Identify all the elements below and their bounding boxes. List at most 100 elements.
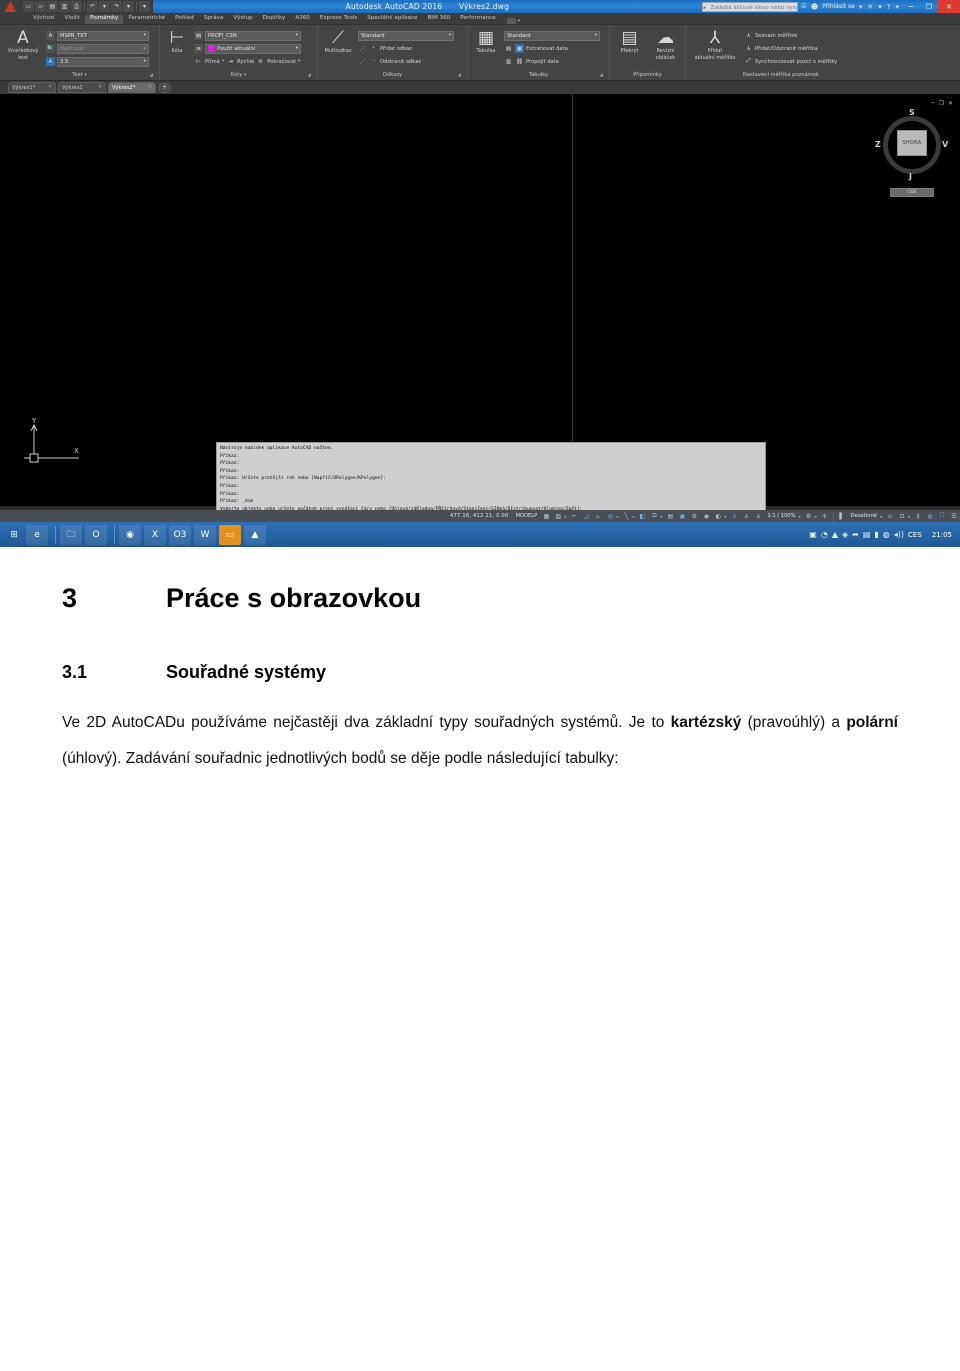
ribbon-display-icon[interactable] <box>506 18 516 24</box>
customization-icon[interactable]: ☰ <box>949 511 959 521</box>
scale-list-row[interactable]: ⅄ Seznam měřítek <box>744 30 837 41</box>
new-drawing-tab-button[interactable]: + <box>158 82 171 93</box>
clean-screen-icon[interactable]: ⊡ <box>897 511 907 521</box>
autodesk-360-icon[interactable]: ✕ <box>866 3 874 11</box>
table-style-combo[interactable]: Standard ▾ <box>504 30 600 41</box>
add-leader-row[interactable]: ⋰ ⁺ Přidat odkaz <box>358 43 454 54</box>
ribbon-tab-parametricke[interactable]: Parametrické <box>123 15 170 24</box>
dimension-button[interactable]: ⊢ Kóta <box>163 29 191 55</box>
dim-layer-icon[interactable]: ≡ <box>194 44 203 53</box>
undo-dropdown-icon[interactable]: ▾ <box>99 1 110 12</box>
annotation-visibility-icon[interactable]: ▤ <box>665 511 675 521</box>
panel-dialog-launcher-icon[interactable]: ◢ <box>150 71 153 80</box>
selection-cycling-icon[interactable]: ⧉ <box>649 511 659 521</box>
close-icon[interactable]: ✕ <box>48 85 52 90</box>
viewport-restore-icon[interactable]: ❐ <box>939 100 944 107</box>
fullscreen-icon[interactable]: ⛶ <box>937 511 947 521</box>
tray-language-indicator[interactable]: CES <box>908 531 922 539</box>
tray-share-icon[interactable]: ➦ <box>852 530 859 539</box>
close-icon[interactable]: ✕ <box>148 85 152 90</box>
transparency-icon[interactable]: ◧ <box>637 511 647 521</box>
snap-dropdown-icon[interactable]: ▾ <box>564 514 566 519</box>
dim-quick-button[interactable]: ⇥ Rychlé <box>226 57 254 66</box>
user-account-icon[interactable]: ☻ <box>810 3 819 11</box>
taskbar-autocad[interactable]: ▲ <box>244 524 266 545</box>
drawing-tab-vykres1-b[interactable]: Výkres1 ✕ <box>58 82 106 93</box>
search-input[interactable]: Zadejte klíčové slovo nebo vynáš… <box>701 1 798 12</box>
ortho-mode-icon[interactable]: ⌐ <box>569 511 579 521</box>
object-snap-icon[interactable]: ⊾ <box>593 511 603 521</box>
close-button[interactable]: ✕ <box>938 0 960 13</box>
ribbon-tab-poznamky[interactable]: Poznámky <box>85 14 124 24</box>
ribbon-minimize-dropdown-icon[interactable]: ▾ <box>518 19 520 24</box>
new-icon[interactable]: ▭ <box>23 1 34 12</box>
annotation-scale-value[interactable]: 1:1 / 100% <box>764 513 798 519</box>
osnap-dropdown-icon[interactable]: ▾ <box>616 514 618 519</box>
save-icon[interactable]: ▤ <box>47 1 58 12</box>
exchange-app-icon[interactable]: ⌸ <box>801 2 807 11</box>
text-height-combo[interactable]: 3.5 ▾ <box>57 56 149 67</box>
viewcube[interactable]: ─ ❐ ✕ SHORA S J Z V GSS <box>869 100 955 200</box>
dim-style-icon[interactable]: ▤ <box>194 31 203 40</box>
find-text-input[interactable]: Najít text ⌕ <box>57 43 149 54</box>
ribbon-tab-vlozit[interactable]: Vložit <box>60 15 86 24</box>
tray-action-center-icon[interactable]: ◔ <box>821 530 828 539</box>
open-icon[interactable]: ▱ <box>35 1 46 12</box>
chevron-down-icon[interactable]: ▾ <box>144 59 146 64</box>
quickprops-icon[interactable]: ▫ <box>885 511 895 521</box>
chevron-down-icon[interactable]: ▾ <box>296 46 298 51</box>
chevron-down-icon[interactable]: ▾ <box>296 33 298 38</box>
link-data-row[interactable]: ▥ ⛓ Propojit data <box>504 56 600 67</box>
drawing-tab-vykres2[interactable]: Výkres2* ✕ <box>108 82 156 93</box>
ribbon-tab-doplnky[interactable]: Doplňky <box>258 15 291 24</box>
tray-battery-icon[interactable]: ▮ <box>874 530 878 539</box>
isolate-dropdown-icon[interactable]: ▾ <box>724 514 726 519</box>
dim-linear-button[interactable]: ⊢ Přímá ▾ <box>194 57 224 66</box>
units-icon[interactable]: ▌ <box>837 511 847 521</box>
remove-leader-row[interactable]: ⋰ ⁻ Odstranit odkaz <box>358 56 454 67</box>
viewcube-face[interactable]: SHORA <box>897 130 927 156</box>
ribbon-tab-vystup[interactable]: Výstup <box>228 15 257 24</box>
add-current-scale-button[interactable]: ⅄ Přidat aktuální měřítko <box>689 29 741 62</box>
performance-icon[interactable]: ◍ <box>925 511 935 521</box>
annotation-autoadd-icon[interactable]: ⅄ <box>753 511 763 521</box>
viewport-minimize-icon[interactable]: ─ <box>931 100 935 107</box>
viewport-close-icon[interactable]: ✕ <box>948 100 953 107</box>
tray-show-desktop-icon[interactable]: ▣ <box>809 530 817 539</box>
panel-expand-icon[interactable]: ▾ <box>84 73 86 78</box>
scale-dropdown-icon[interactable]: ▾ <box>799 514 801 519</box>
viewcube-north-label[interactable]: S <box>909 108 915 117</box>
revision-cloud-button[interactable]: ☁ Revizní obláček <box>649 29 682 62</box>
maximize-button[interactable]: ❐ <box>920 0 938 13</box>
redo-dropdown-icon[interactable]: ▾ <box>123 1 134 12</box>
chevron-down-icon[interactable]: ▾ <box>298 59 300 64</box>
annotation-scale-icon[interactable]: ⅄ <box>729 511 739 521</box>
panel-dialog-launcher-icon[interactable]: ◢ <box>308 71 311 80</box>
tray-network-icon[interactable]: ▲ <box>832 530 838 539</box>
multiline-text-button[interactable]: A Víceřádkový text <box>3 29 43 62</box>
units-value[interactable]: Desetinné <box>848 513 880 519</box>
taskbar-internet-explorer[interactable]: e <box>26 524 48 545</box>
panel-expand-icon[interactable]: ▾ <box>244 73 246 78</box>
text-style-icon[interactable]: A <box>46 31 55 40</box>
viewcube-south-label[interactable]: J <box>909 172 912 181</box>
panel-dialog-launcher-icon[interactable]: ◢ <box>458 71 461 80</box>
ribbon-tab-vychozi[interactable]: Výchozí <box>28 15 60 24</box>
leader-style-combo[interactable]: Standard ▾ <box>358 30 454 41</box>
viewcube-west-label[interactable]: Z <box>875 140 881 149</box>
table-button[interactable]: ▦ Tabulka <box>471 29 501 55</box>
tray-dropbox-icon[interactable]: ◈ <box>842 530 848 539</box>
undo-icon[interactable]: ↶ <box>87 1 98 12</box>
viewport-dropdown-icon[interactable]: ▾ <box>815 514 817 519</box>
cursor-position-icon[interactable]: ✛ <box>820 511 830 521</box>
tray-monitor-icon[interactable]: ▤ <box>863 530 871 539</box>
tray-clock[interactable]: 21:05 <box>926 531 952 539</box>
drawing-tab-vykres1-a[interactable]: Výkres1* ✕ <box>8 82 56 93</box>
saveas-icon[interactable]: ▥ <box>59 1 70 12</box>
grid-display-icon[interactable]: ▦ <box>541 511 551 521</box>
dim-style-combo[interactable]: PROFI_CSN ▾ <box>205 30 301 41</box>
text-style-combo[interactable]: MSPR_TXT ▾ <box>57 30 149 41</box>
extract-data-row[interactable]: ▤ ▦ Extrahovat data <box>504 43 600 54</box>
taskbar-outlook[interactable]: O <box>85 524 107 545</box>
plot-icon[interactable]: ⎙ <box>71 1 82 12</box>
